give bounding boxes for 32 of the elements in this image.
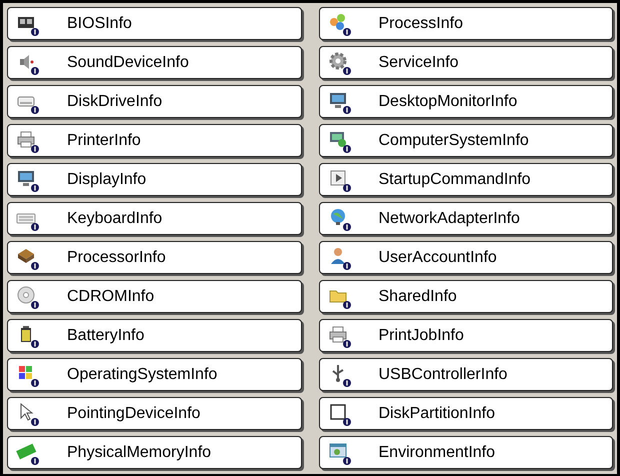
- window-icon: [328, 440, 352, 464]
- info-button[interactable]: DisplayInfo: [7, 163, 302, 196]
- disc-icon: [16, 284, 40, 308]
- printer-icon: [16, 128, 40, 152]
- gear-icon: [328, 50, 352, 74]
- square-icon: [328, 402, 352, 426]
- info-button[interactable]: UserAccountInfo: [318, 241, 613, 274]
- info-button[interactable]: PointingDeviceInfo: [7, 397, 302, 430]
- info-button[interactable]: ProcessInfo: [318, 7, 613, 40]
- printer-icon: [328, 324, 352, 348]
- info-button[interactable]: PrintJobInfo: [318, 319, 613, 352]
- info-button[interactable]: KeyboardInfo: [7, 202, 302, 235]
- info-button[interactable]: DiskDriveInfo: [7, 85, 302, 118]
- info-button[interactable]: ProcessorInfo: [7, 241, 302, 274]
- info-button[interactable]: DiskPartitionInfo: [318, 397, 613, 430]
- info-button[interactable]: CDROMInfo: [7, 280, 302, 313]
- info-button[interactable]: ServiceInfo: [318, 46, 613, 79]
- info-button[interactable]: OperatingSystemInfo: [7, 358, 302, 391]
- play-icon: [328, 168, 352, 192]
- info-button[interactable]: StartupCommandInfo: [318, 163, 613, 196]
- info-button[interactable]: EnvironmentInfo: [318, 436, 613, 469]
- dots-icon: [328, 12, 352, 36]
- info-button[interactable]: DesktopMonitorInfo: [318, 85, 613, 118]
- info-button[interactable]: ComputerSystemInfo: [318, 124, 613, 157]
- info-button[interactable]: PrinterInfo: [7, 124, 302, 157]
- info-button[interactable]: USBControllerInfo: [318, 358, 613, 391]
- info-button[interactable]: BIOSInfo: [7, 7, 302, 40]
- info-button[interactable]: NetworkAdapterInfo: [318, 202, 613, 235]
- info-button[interactable]: SharedInfo: [318, 280, 613, 313]
- info-button[interactable]: SoundDeviceInfo: [7, 46, 302, 79]
- info-button[interactable]: BatteryInfo: [7, 319, 302, 352]
- info-button[interactable]: PhysicalMemoryInfo: [7, 436, 302, 469]
